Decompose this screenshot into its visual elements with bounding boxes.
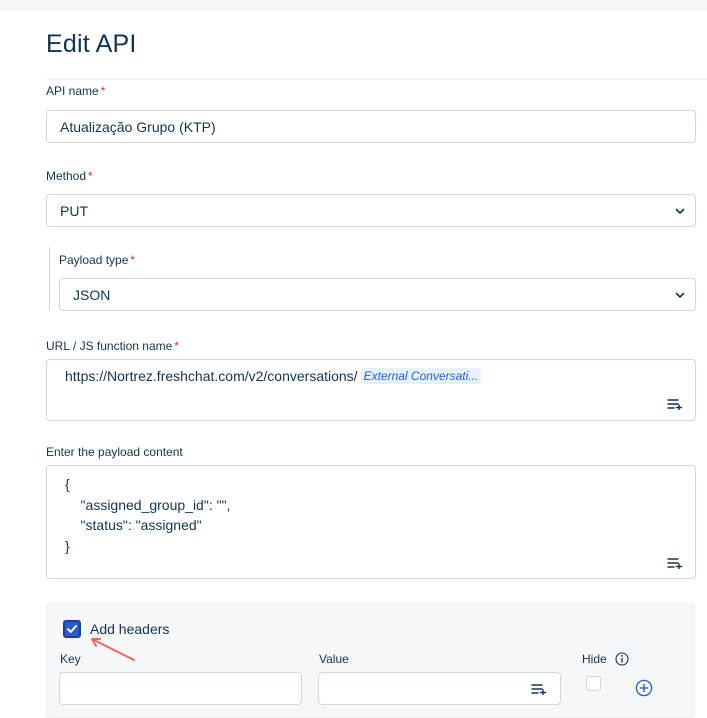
chevron-down-icon: [675, 292, 685, 298]
annotation-arrow: [91, 638, 135, 661]
insert-placeholder-icon[interactable]: [667, 557, 683, 569]
header-key-input[interactable]: [59, 672, 302, 705]
title-divider: [46, 79, 707, 80]
api-name-label: API name *: [46, 84, 105, 98]
info-icon[interactable]: [615, 652, 629, 666]
method-label: Method *: [46, 169, 93, 183]
payload-content-label: Enter the payload content: [46, 445, 183, 459]
payload-content-editor[interactable]: { "assigned_group_id": "", "status": "as…: [46, 465, 696, 579]
payload-type-indent-bar: [49, 247, 50, 310]
payload-type-label-text: Payload type: [59, 253, 129, 267]
hide-column-label: Hide: [582, 652, 607, 666]
code-line: {: [65, 476, 70, 492]
method-label-text: Method: [46, 169, 87, 183]
page-title: Edit API: [46, 30, 137, 58]
payload-type-select[interactable]: JSON: [59, 278, 696, 311]
api-name-input[interactable]: Atualização Grupo (KTP): [46, 110, 696, 143]
check-icon: [67, 625, 77, 633]
insert-placeholder-icon[interactable]: [667, 398, 683, 410]
add-headers-checkbox[interactable]: [63, 620, 81, 638]
url-text: https://Nortrez.freshchat.com/v2/convers…: [65, 368, 358, 384]
required-mark: *: [100, 84, 106, 98]
required-mark: *: [174, 339, 179, 353]
payload-code: { "assigned_group_id": "", "status": "as…: [65, 474, 230, 556]
url-input[interactable]: https://Nortrez.freshchat.com/v2/convers…: [46, 359, 696, 421]
url-label-text: URL / JS function name: [46, 339, 173, 353]
add-circle-icon[interactable]: [635, 679, 653, 697]
headers-panel: Add headers Key Value Hide: [46, 603, 695, 718]
top-bar: [0, 0, 707, 10]
hide-checkbox[interactable]: [586, 676, 601, 691]
code-line: "assigned_group_id": "",: [65, 496, 231, 513]
header-value-input[interactable]: [318, 672, 561, 705]
chevron-down-icon: [675, 208, 685, 214]
url-value: https://Nortrez.freshchat.com/v2/convers…: [65, 368, 482, 384]
value-column-label: Value: [319, 652, 349, 666]
api-name-value: Atualização Grupo (KTP): [60, 119, 216, 135]
method-select[interactable]: PUT: [46, 194, 696, 227]
url-label: URL / JS function name *: [46, 339, 179, 353]
payload-type-value: JSON: [73, 287, 111, 303]
key-column-label: Key: [60, 652, 81, 666]
insert-placeholder-icon[interactable]: [531, 683, 547, 695]
method-value: PUT: [60, 203, 88, 219]
required-mark: *: [130, 253, 136, 267]
placeholder-chip[interactable]: External Conversati...: [360, 368, 482, 384]
payload-type-label: Payload type *: [59, 253, 135, 267]
code-line: "status": "assigned": [65, 517, 202, 533]
api-name-label-text: API name: [46, 84, 99, 98]
required-mark: *: [88, 169, 93, 183]
code-line: }: [65, 537, 70, 554]
